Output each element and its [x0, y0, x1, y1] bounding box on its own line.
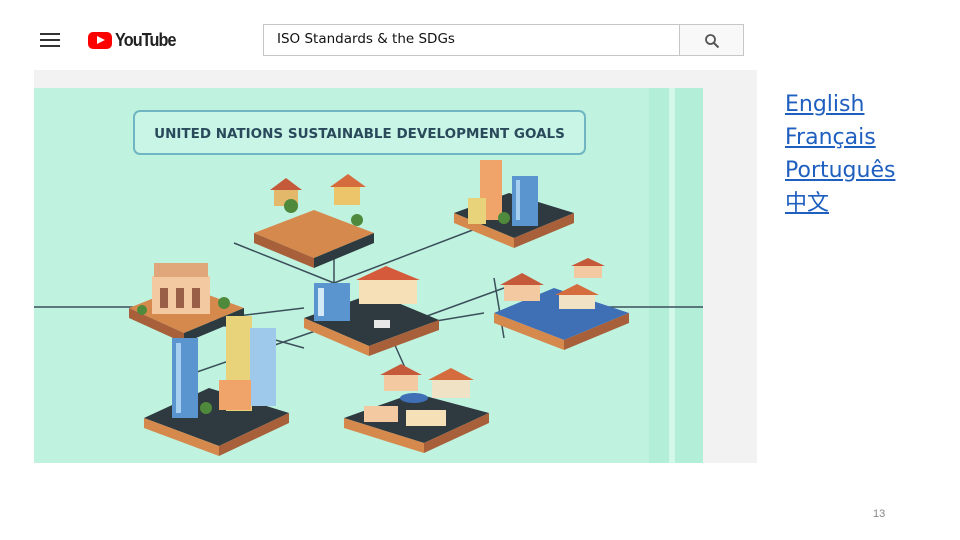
youtube-logo[interactable]: YouTube — [88, 30, 182, 50]
language-link-chinese[interactable]: 中文 — [785, 187, 895, 220]
banner: UNITED NATIONS SUSTAINABLE DEVELOPMENT G… — [133, 110, 586, 155]
search-icon — [705, 34, 720, 49]
language-links: English Français Português 中文 — [785, 88, 895, 220]
page-number: 13 — [873, 508, 886, 520]
youtube-play-icon — [88, 31, 112, 49]
search-button[interactable] — [679, 24, 744, 56]
search-input[interactable]: ISO Standards & the SDGs — [263, 24, 679, 56]
language-link-english[interactable]: English — [785, 88, 895, 121]
youtube-logo-text: YouTube — [115, 29, 176, 50]
video-thumbnail[interactable]: UNITED NATIONS SUSTAINABLE DEVELOPMENT G… — [34, 88, 703, 463]
banner-text: UNITED NATIONS SUSTAINABLE DEVELOPMENT G… — [154, 126, 565, 142]
hamburger-menu-icon[interactable] — [40, 33, 60, 47]
language-link-portugues[interactable]: Português — [785, 154, 895, 187]
language-link-francais[interactable]: Français — [785, 121, 895, 154]
